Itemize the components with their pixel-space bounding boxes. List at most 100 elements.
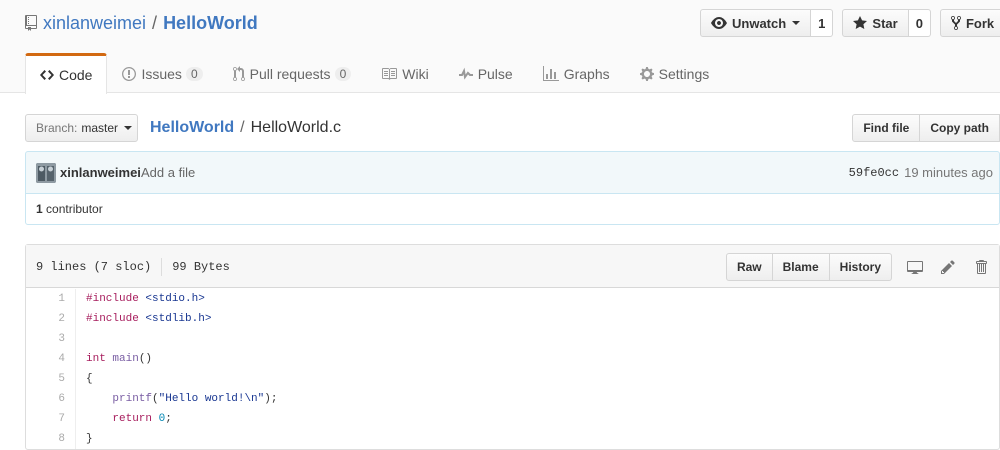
code-line: 2 #include <stdlib.h> [26,309,999,329]
file-nav-actions: Find file Copy path [852,114,1000,142]
branch-prefix: Branch: [36,121,78,135]
file-header-actions: Raw Blame History [725,253,999,281]
graph-icon [542,65,559,81]
code-line: 5 { [26,369,999,389]
line-number[interactable]: 5 [26,369,76,389]
contributors-bar[interactable]: 1 contributor [25,193,1000,225]
commit-tease: xinlanweimei Add a file 59fe0cc 19 minut… [25,151,1000,194]
git-pull-request-icon [232,65,245,81]
pencil-icon [941,260,955,274]
issue-opened-icon [122,66,137,81]
chevron-down-icon [792,21,801,25]
tab-graphs-label: Graphs [563,65,610,82]
line-number[interactable]: 1 [26,289,76,309]
breadcrumb-repo-link[interactable]: HelloWorld [150,119,234,137]
issues-counter: 0 [185,66,203,81]
commit-time: 19 minutes ago [904,165,993,180]
stargazers-count[interactable]: 0 [908,9,931,37]
tab-wiki-label: Wiki [402,65,429,82]
tab-settings[interactable]: Settings [625,53,725,93]
blame-button[interactable]: Blame [772,253,830,281]
tab-issues[interactable]: Issues 0 [107,53,217,93]
repo-icon [25,15,37,31]
repo-name-link[interactable]: HelloWorld [163,13,258,34]
repo-forked-icon [950,15,961,31]
fork-group: Fork 0 [939,9,1000,37]
open-desktop-button[interactable] [905,253,925,281]
commit-message-link[interactable]: Add a file [141,165,195,180]
code-icon [40,70,54,80]
line-number[interactable]: 6 [26,389,76,409]
star-label: Star [872,15,898,31]
commit-sha-link[interactable]: 59fe0cc [849,166,899,180]
tab-pulse[interactable]: Pulse [444,53,528,93]
book-icon [382,67,398,80]
fork-button[interactable]: Fork [939,9,1000,37]
tab-graphs[interactable]: Graphs [528,53,625,93]
repo-owner-link[interactable]: xinlanweimei [43,13,146,34]
commit-author-link[interactable]: xinlanweimei [60,165,141,180]
line-number[interactable]: 4 [26,349,76,369]
copy-path-button[interactable]: Copy path [920,114,1000,142]
tab-code-label: Code [59,67,93,83]
code-line: 8 } [26,429,999,449]
star-icon [853,16,868,29]
breadcrumb-file-name: HelloWorld.c [250,119,342,136]
fork-label: Fork [965,15,995,31]
file-size: 99 Bytes [172,260,230,274]
file-info-divider [161,258,163,276]
breadcrumb-separator: / [240,119,245,136]
star-button[interactable]: Star [842,9,909,37]
line-code: return 0; [112,413,172,425]
repo-title: xinlanweimei / HelloWorld [25,11,258,35]
avatar-image [36,163,56,183]
device-desktop-icon [907,261,923,274]
tab-pull-requests-label: Pull requests [249,65,331,82]
line-code: { [86,373,93,385]
contributors-label: contributor [46,202,103,216]
blob-code-table: 1 #include <stdio.h> 2 #include <stdlib.… [26,289,999,449]
delete-file-button[interactable] [971,253,991,281]
history-button[interactable]: History [829,253,892,281]
repo-title-separator: / [152,12,158,33]
file-header: 9 lines (7 sloc) 99 Bytes Raw Blame Hist… [26,245,999,288]
line-number[interactable]: 3 [26,329,76,349]
unwatch-label: Unwatch [732,15,787,31]
tab-pulse-label: Pulse [477,65,513,82]
code-line: 7 return 0; [26,409,999,429]
code-line: 3 [26,329,999,349]
line-code: printf("Hello world!\n"); [112,393,278,405]
file-info: 9 lines (7 sloc) 99 Bytes [36,258,230,276]
watchers-count[interactable]: 1 [811,9,834,37]
edit-file-button[interactable] [938,253,958,281]
line-number[interactable]: 7 [26,409,76,429]
breadcrumb: HelloWorld / HelloWorld.c [150,114,341,142]
file-lines-info: 9 lines (7 sloc) [36,260,152,274]
avatar[interactable] [36,163,56,183]
repo-header: xinlanweimei / HelloWorld Unwatch 1 Star… [0,0,1000,94]
line-number[interactable]: 2 [26,309,76,329]
tab-pull-requests[interactable]: Pull requests 0 [218,53,367,93]
find-file-button[interactable]: Find file [852,114,921,142]
repo-nav: Code Issues 0 Pull requests 0 Wiki Pulse… [25,53,725,94]
pulse-icon [458,67,473,80]
branch-name: master [81,121,119,135]
line-code [76,329,86,349]
unwatch-button[interactable]: Unwatch [700,9,812,37]
tab-settings-label: Settings [658,65,710,82]
line-code: #include <stdlib.h> [86,313,212,325]
tab-issues-label: Issues [141,65,182,82]
line-number[interactable]: 8 [26,429,76,449]
star-group: Star 0 [842,9,931,37]
code-line: 6 printf("Hello world!\n"); [26,389,999,409]
raw-button[interactable]: Raw [725,253,773,281]
chevron-down-icon [124,126,133,130]
tab-wiki[interactable]: Wiki [366,53,443,93]
branch-select-button[interactable]: Branch: master [25,114,138,142]
pagehead-actions: Unwatch 1 Star 0 Fork 0 [700,9,1000,37]
code-line: 1 #include <stdio.h> [26,289,999,309]
trashcan-icon [976,260,987,274]
pull-requests-counter: 0 [334,66,352,81]
tab-code[interactable]: Code [25,53,108,94]
file-box: 9 lines (7 sloc) 99 Bytes Raw Blame Hist… [25,244,1000,450]
